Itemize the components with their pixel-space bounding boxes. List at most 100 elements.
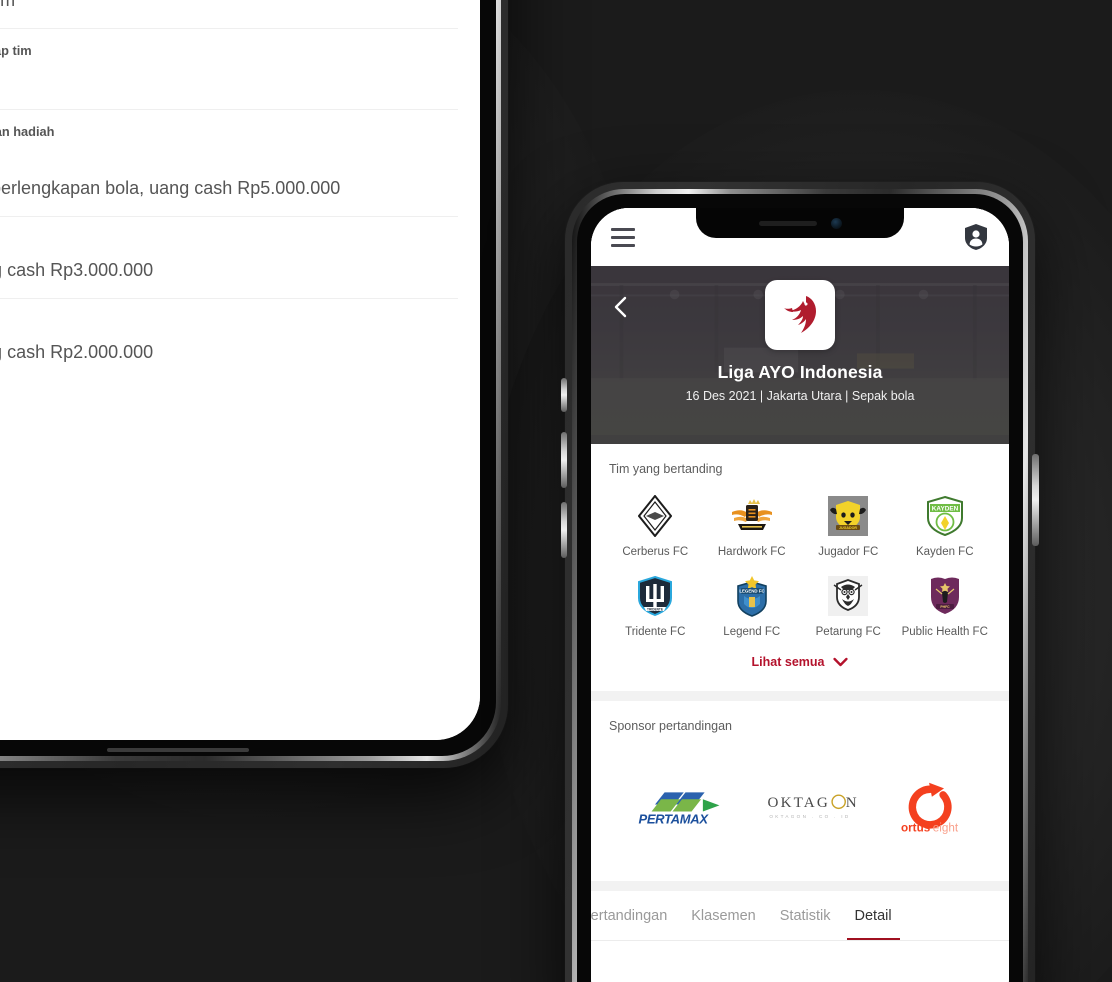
volume-down-button-right-phone[interactable]: [561, 502, 567, 558]
chevron-left-icon: [614, 296, 627, 318]
svg-text:OKTAG: OKTAG: [768, 796, 830, 812]
hardwork-wings-logo: [730, 494, 774, 538]
app-root-left: Sponsor pertandingan PERTAMAX: [0, 0, 480, 740]
profile-shield-icon[interactable]: [963, 223, 989, 251]
phone-bezel-left: Sponsor pertandingan PERTAMAX: [0, 0, 496, 756]
svg-text:OKTAGON . CO . ID: OKTAGON . CO . ID: [769, 814, 850, 819]
svg-text:TRIDENTE: TRIDENTE: [647, 607, 663, 611]
detail-row-registration-fee: Biaya registrasi Rp250.000/tim: [0, 0, 458, 30]
detail-list-left: Biaya registrasi Rp250.000/tim Kuota pem…: [0, 0, 480, 381]
chevron-down-icon: [833, 658, 849, 667]
svg-text:ortus: ortus: [901, 822, 931, 835]
teams-grid: Cerberus FC Hardwork FC JUGADOR Jugador …: [609, 494, 991, 639]
home-indicator-left-phone[interactable]: [107, 748, 249, 752]
phone-mockup-right: Liga AYO Indonesia 16 Des 2021 | Jakarta…: [561, 182, 1039, 982]
tab-statistik[interactable]: Statistik: [768, 891, 843, 940]
team-name: Jugador FC: [818, 546, 879, 558]
tab-klasemen[interactable]: Klasemen: [679, 891, 767, 940]
teams-section-title: Tim yang bertanding: [609, 462, 723, 476]
prize-row-juara-1: Juara 1 Trophy, set perlengkapan bola, u…: [0, 149, 458, 218]
team-name: Kayden FC: [915, 546, 974, 558]
sponsor-ortuseight[interactable]: ortus eight: [895, 779, 965, 837]
svg-text:PHFC: PHFC: [940, 605, 950, 609]
cerberus-diamond-logo: [633, 494, 677, 538]
prize-header: Juara 1: [0, 149, 458, 166]
section-divider-band: [591, 881, 1009, 892]
sponsor-section-right: Sponsor pertandingan PERTAMAX OKTAG N OK…: [591, 701, 1009, 882]
team-name: Public Health FC: [901, 625, 988, 638]
prize-header: Juara 2: [0, 231, 458, 248]
tournament-hero-banner: Liga AYO Indonesia 16 Des 2021 | Jakarta…: [591, 266, 1009, 444]
tournament-logo-badge: [765, 280, 835, 350]
back-button[interactable]: [607, 294, 633, 320]
team-name: Cerberus FC: [622, 546, 689, 558]
svg-text:eight: eight: [933, 822, 959, 835]
hamburger-menu-icon[interactable]: [611, 227, 635, 247]
sponsor-pertamax[interactable]: PERTAMAX: [635, 787, 729, 829]
team-name: Tridente FC: [625, 625, 686, 638]
team-item-kayden-fc[interactable]: KAYDEN Kayden FC: [899, 494, 992, 560]
tab-detail[interactable]: Detail: [843, 891, 904, 941]
detail-value: 12 orang: [0, 69, 458, 93]
svg-text:N: N: [846, 796, 857, 812]
tab-label: Pertandingan: [591, 907, 668, 924]
power-button-right-phone[interactable]: [1032, 454, 1039, 546]
tab-pertandingan[interactable]: Pertandingan: [591, 891, 679, 940]
sponsor-oktagon[interactable]: OKTAG N OKTAGON . CO . ID: [764, 792, 860, 824]
garuda-eagle-logo: [784, 296, 816, 333]
team-item-legend-fc[interactable]: LEGEND FC Legend FC: [706, 574, 799, 640]
silent-switch-right-phone[interactable]: [561, 378, 567, 412]
team-item-public-health-fc[interactable]: PHFC Public Health FC: [899, 574, 992, 640]
prize-value: Trophy, uang cash Rp3.000.000: [0, 260, 154, 281]
prize-value: Trophy, uang cash Rp2.000.000: [0, 342, 154, 363]
section-divider-band: [591, 691, 1009, 702]
team-item-cerberus-fc[interactable]: Cerberus FC: [609, 494, 702, 560]
volume-up-button-right-phone[interactable]: [561, 432, 567, 488]
app-root-right: Liga AYO Indonesia 16 Des 2021 | Jakarta…: [591, 208, 1009, 982]
prize-header: Juara 3: [0, 313, 458, 330]
front-camera: [830, 217, 842, 229]
team-item-hardwork-fc[interactable]: Hardwork FC: [706, 494, 799, 560]
team-item-tridente-fc[interactable]: TRIDENTE Tridente FC: [609, 574, 702, 640]
tab-bar-right: Pertandingan Klasemen Statistik Detail: [591, 891, 1009, 942]
prize-value: Trophy, set perlengkapan bola, uang cash…: [0, 178, 341, 199]
hero-content: Liga AYO Indonesia 16 Des 2021 | Jakarta…: [591, 266, 1009, 444]
prize-row-juara-2: Juara 2 Trophy, uang cash Rp3.000.000: [0, 217, 458, 300]
tridente-trident-logo: TRIDENTE: [633, 574, 677, 618]
tab-label: Statistik: [779, 907, 831, 924]
tab-label: Detail: [854, 907, 892, 924]
team-name: Legend FC: [723, 625, 781, 638]
sponsor-logo-row: PERTAMAX OKTAG N OKTAGON . CO . ID ortus…: [609, 751, 991, 873]
team-item-jugador-fc[interactable]: JUGADOR Jugador FC: [802, 494, 895, 560]
svg-text:LEGEND FC: LEGEND FC: [739, 588, 765, 593]
see-all-teams-button[interactable]: Lihat semua: [609, 639, 991, 683]
oktagon-logo-icon: OKTAG N OKTAGON . CO . ID: [768, 794, 857, 819]
prizes-heading: Daftar piagam dan hadiah: [0, 124, 55, 140]
detail-value: Rp250.000/tim: [0, 0, 16, 10]
petarung-owl-logo: [826, 574, 870, 618]
kayden-shield-logo: KAYDEN: [923, 494, 967, 538]
public-health-crest-logo: PHFC: [923, 574, 967, 618]
earpiece-speaker: [758, 220, 817, 226]
teams-section: Tim yang bertanding Cerberus FC Hardwork…: [591, 444, 1009, 692]
prize-row-juara-3: Juara 3 Trophy, uang cash Rp2.000.000: [0, 299, 458, 380]
legend-shield-logo: LEGEND FC: [730, 574, 774, 618]
svg-text:PERTAMAX: PERTAMAX: [638, 812, 709, 827]
phone-screen-right: Liga AYO Indonesia 16 Des 2021 | Jakarta…: [591, 208, 1009, 982]
team-name: Hardwork FC: [717, 546, 786, 558]
pertamax-logo-icon: PERTAMAX: [638, 792, 720, 827]
ortuseight-logo-icon: ortus eight: [901, 783, 959, 835]
phone-notch: [696, 208, 904, 238]
jugador-bull-logo: JUGADOR: [826, 494, 870, 538]
see-all-label: Lihat semua: [751, 655, 825, 670]
tournament-subtitle: 16 Des 2021 | Jakarta Utara | Sepak bola: [685, 389, 915, 403]
svg-text:JUGADOR: JUGADOR: [839, 526, 857, 530]
phone-mockup-left: Sponsor pertandingan PERTAMAX: [0, 0, 508, 768]
team-item-petarung-fc[interactable]: Petarung FC: [802, 574, 895, 640]
tab-label: Klasemen: [691, 907, 756, 924]
team-name: Petarung FC: [815, 625, 881, 638]
screenshot-stage: Sponsor pertandingan PERTAMAX: [0, 0, 1112, 982]
phone-screen-left: Sponsor pertandingan PERTAMAX: [0, 0, 480, 740]
svg-text:KAYDEN: KAYDEN: [932, 506, 959, 513]
detail-label: Kuota pemain tiap tim: [0, 43, 32, 59]
